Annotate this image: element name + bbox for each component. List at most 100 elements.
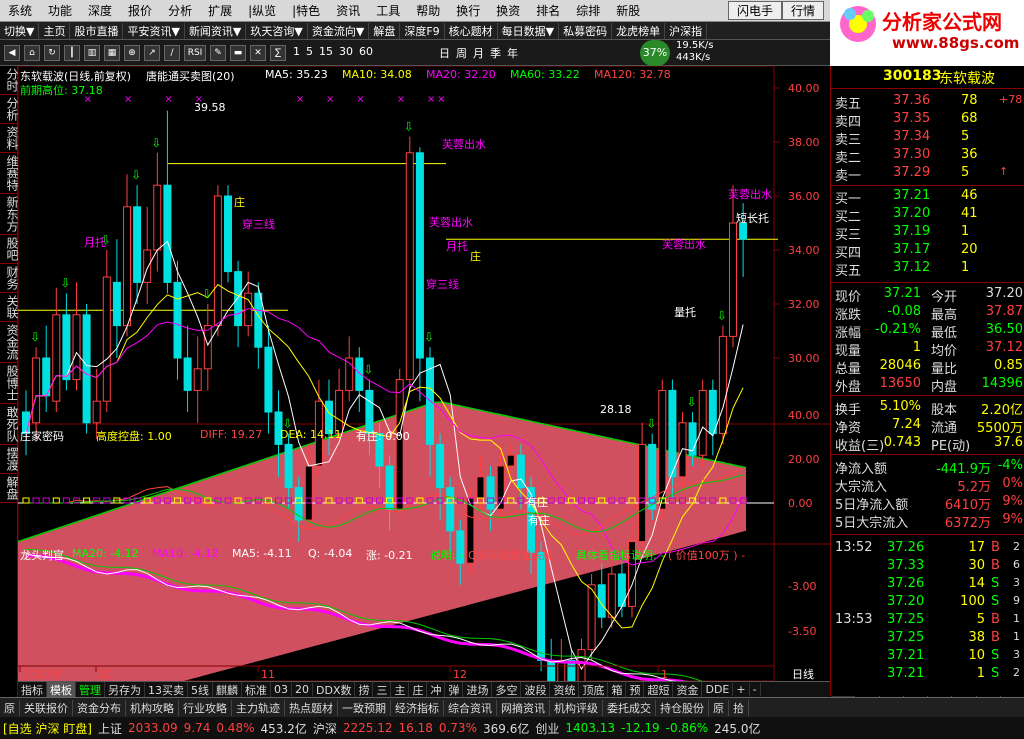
bottom-tab-9[interactable]: 20 [292,683,313,696]
bottom-tab-6[interactable]: 麒麟 [213,681,242,698]
menu-item-3[interactable]: 报价 [120,2,160,19]
status-item-8[interactable]: 经济指标 [391,699,444,716]
bottom-tab-22[interactable]: 箱 [608,681,627,698]
grid-icon[interactable]: ▦ [104,44,120,61]
kline-chart-area[interactable]: 40.00 38.00 36.00 34.00 32.00 30.00 ⇩ ⇩ ⇩ ⇩ ⇩ ⇩ ⇩ ⇩ ⇩ ⇩… [17,65,830,727]
menu-item-15[interactable]: 新股 [608,2,648,19]
status-item-12[interactable]: 委托成交 [603,699,656,716]
left-tab-2[interactable]: 资料 [0,124,19,153]
zoom-icon[interactable]: ⊕ [124,44,140,61]
refresh-icon[interactable]: ↻ [44,44,60,61]
status-item-6[interactable]: 热点题材 [285,699,338,716]
menu-item-7[interactable]: |特色 [284,2,328,19]
period-3[interactable]: 30 [336,45,356,61]
status-item-2[interactable]: 资金分布 [73,699,126,716]
period-7[interactable]: 月 [470,45,487,61]
left-tab-7[interactable]: 关联 [0,293,19,322]
ruler-icon[interactable]: ▬ [230,44,246,61]
nav-item-10[interactable]: 每日数据▼ [498,22,560,39]
bottom-tab-5[interactable]: 5线 [188,681,213,698]
period-1[interactable]: 5 [303,45,316,61]
nav-item-6[interactable]: 资金流向▼ [308,22,370,39]
menu-item-6[interactable]: |纵览 [240,2,284,19]
period-2[interactable]: 15 [316,45,336,61]
nav-item-3[interactable]: 平安资讯▼ [123,22,185,39]
status-item-15[interactable]: 拾 [729,699,749,716]
bottom-tab-28[interactable]: - [750,683,761,696]
nav-item-4[interactable]: 新闻资讯▼ [185,22,247,39]
bottom-tab-17[interactable]: 进场 [463,681,493,698]
bar-icon[interactable]: ▥ [84,44,100,61]
status-item-4[interactable]: 行业攻略 [179,699,232,716]
nav-item-8[interactable]: 深度F9 [400,22,445,39]
menu-item-10[interactable]: 帮助 [408,2,448,19]
bottom-tab-12[interactable]: 三 [373,681,392,698]
kline-icon[interactable]: ┃ [64,44,80,61]
status-item-10[interactable]: 网摘资讯 [497,699,550,716]
hq-button[interactable]: 行情 [781,1,824,20]
back-icon[interactable]: ◀ [4,44,20,61]
bottom-tab-15[interactable]: 冲 [427,681,446,698]
left-tab-11[interactable]: 摆渡 [0,445,19,474]
status-item-7[interactable]: 一致预期 [338,699,391,716]
bottom-tab-16[interactable]: 弹 [445,681,464,698]
nav-item-7[interactable]: 解盘 [369,22,401,39]
period-0[interactable]: 1 [290,45,303,61]
bottom-tab-0[interactable]: 指标 [18,681,47,698]
bottom-tab-14[interactable]: 庄 [409,681,428,698]
cross-icon[interactable]: ✕ [250,44,266,61]
bottom-tab-3[interactable]: 另存为 [105,681,145,698]
nav-item-5[interactable]: 玖天咨询▼ [246,22,308,39]
chart-icon[interactable]: ↗ [144,44,160,61]
status-item-1[interactable]: 关联报价 [20,699,73,716]
menu-item-14[interactable]: 综排 [568,2,608,19]
bottom-tab-11[interactable]: 捞 [355,681,374,698]
menu-item-4[interactable]: 分析 [160,2,200,19]
bottom-tab-25[interactable]: 资金 [673,681,703,698]
left-tab-6[interactable]: 财务 [0,264,19,293]
bottom-tab-7[interactable]: 标准 [242,681,271,698]
bottom-tab-18[interactable]: 多空 [492,681,522,698]
left-tab-5[interactable]: 股吧 [0,235,19,264]
left-tab-1[interactable]: 分析 [0,95,19,124]
bottom-tab-23[interactable]: 预 [626,681,645,698]
nav-item-11[interactable]: 私募密码 [559,22,613,39]
status-item-9[interactable]: 综合资讯 [444,699,497,716]
nav-item-0[interactable]: 切换▼ [0,22,40,39]
menu-item-13[interactable]: 排名 [528,2,568,19]
status-item-5[interactable]: 主力轨迹 [232,699,285,716]
period-5[interactable]: 日 [436,45,453,61]
menu-item-8[interactable]: 资讯 [328,2,368,19]
bottom-tab-20[interactable]: 资统 [550,681,580,698]
period-8[interactable]: 季 [487,45,504,61]
left-tab-3[interactable]: 维赛特 [0,153,19,194]
bottom-tab-26[interactable]: DDE [702,683,734,696]
menu-item-0[interactable]: 系统 [0,2,40,19]
bottom-tab-10[interactable]: DDX数 [313,681,356,698]
nav-item-1[interactable]: 主页 [39,22,71,39]
period-6[interactable]: 周 [453,45,470,61]
menu-item-9[interactable]: 工具 [368,2,408,19]
period-4[interactable]: 60 [356,45,376,61]
bottom-tab-8[interactable]: 03 [271,683,292,696]
bottom-tab-2[interactable]: 管理 [76,681,105,698]
bottom-tab-27[interactable]: + [733,683,750,696]
left-tab-9[interactable]: 股博士 [0,363,19,404]
menu-item-2[interactable]: 深度 [80,2,120,19]
left-tab-10[interactable]: 敢死队 [0,404,19,445]
menu-item-11[interactable]: 换行 [448,2,488,19]
menu-item-1[interactable]: 功能 [40,2,80,19]
menu-item-5[interactable]: 扩展 [200,2,240,19]
left-tab-4[interactable]: 新东方 [0,194,19,235]
flash-button[interactable]: 闪电手 [727,1,782,20]
nav-item-2[interactable]: 股市直播 [70,22,124,39]
calc-icon[interactable]: ∑ [270,44,286,61]
status-item-3[interactable]: 机构攻略 [126,699,179,716]
left-tab-0[interactable]: 分时 [0,66,19,95]
nav-item-13[interactable]: 沪深指 [665,22,708,39]
line-icon[interactable]: ∕ [164,44,180,61]
bottom-tab-24[interactable]: 超短 [644,681,674,698]
bottom-tab-13[interactable]: 主 [391,681,410,698]
nav-item-9[interactable]: 核心题材 [445,22,498,39]
period-9[interactable]: 年 [504,45,521,61]
